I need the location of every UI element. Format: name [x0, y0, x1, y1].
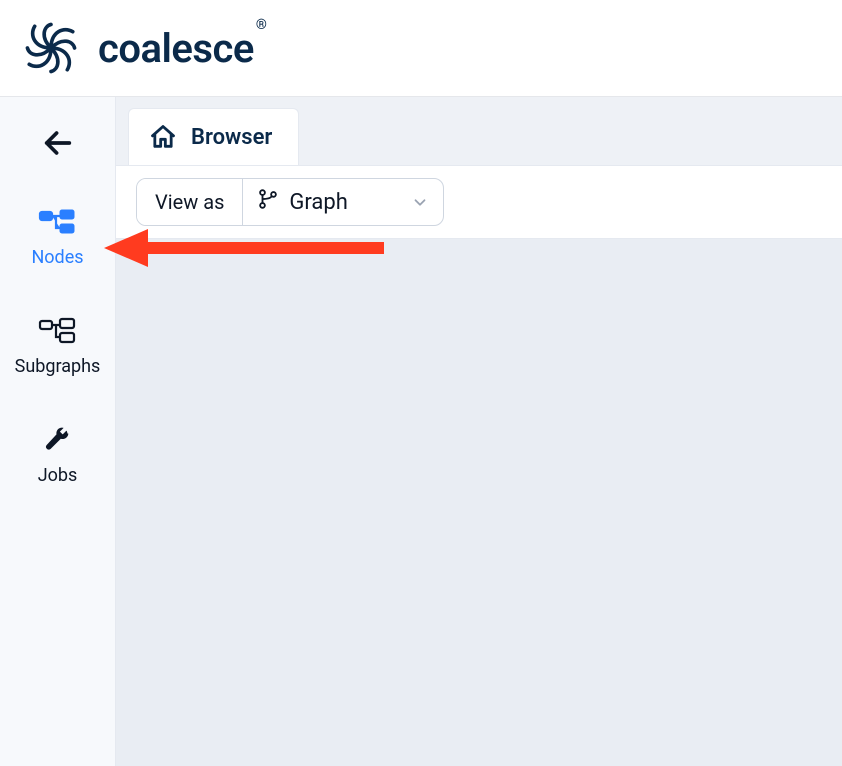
nodes-icon: [38, 207, 78, 237]
app-body: Nodes Subgraphs Jobs: [0, 97, 842, 766]
sidebar-item-jobs[interactable]: Jobs: [0, 419, 115, 492]
chevron-down-icon: [411, 193, 429, 211]
graph-canvas[interactable]: [116, 239, 842, 766]
home-icon: [149, 123, 177, 151]
wrench-icon: [38, 425, 78, 455]
app-header: coalesce®: [0, 0, 842, 97]
browser-toolbar: View as Graph: [116, 165, 842, 239]
main-panel: Browser View as Graph: [116, 97, 842, 766]
viewas-value[interactable]: Graph: [243, 179, 443, 225]
brand-wordmark: coalesce®: [98, 25, 264, 72]
brand-logo-icon: [22, 19, 80, 77]
sidebar-item-subgraphs[interactable]: Subgraphs: [0, 310, 115, 383]
branch-icon: [257, 188, 279, 216]
sidebar-item-label: Jobs: [38, 465, 78, 486]
viewas-prefix-label: View as: [137, 179, 243, 225]
subgraphs-icon: [38, 316, 78, 346]
sidebar-item-label: Subgraphs: [15, 356, 101, 377]
arrow-left-icon: [41, 126, 75, 160]
brand-name-text: coalesce: [98, 25, 254, 72]
tab-browser[interactable]: Browser: [128, 108, 299, 165]
tab-bar: Browser: [116, 97, 842, 165]
tab-label: Browser: [191, 125, 272, 150]
sidebar: Nodes Subgraphs Jobs: [0, 97, 116, 766]
sidebar-item-label: Nodes: [31, 247, 83, 268]
viewas-value-text: Graph: [289, 190, 347, 215]
back-button[interactable]: [36, 121, 80, 165]
sidebar-item-nodes[interactable]: Nodes: [0, 201, 115, 274]
brand-registered-icon: ®: [256, 17, 267, 33]
viewas-select[interactable]: View as Graph: [136, 178, 444, 226]
